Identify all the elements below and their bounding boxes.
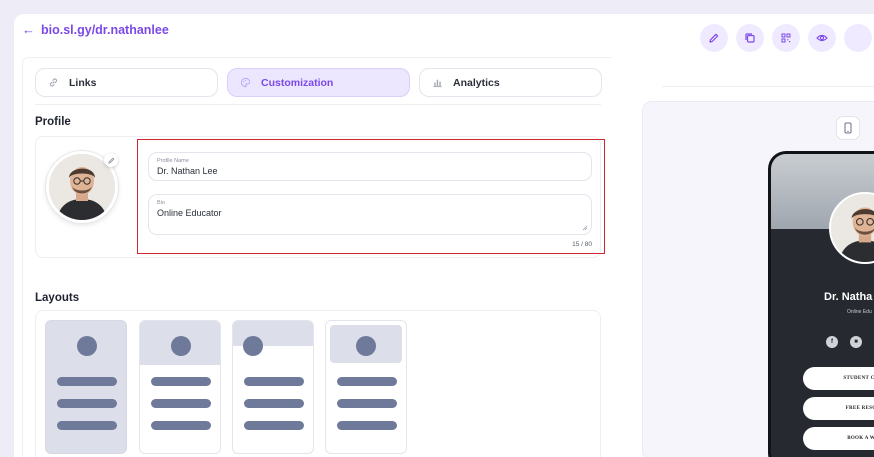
preview-link-button[interactable]: BOOK A WE [803,427,874,450]
preview-link-button[interactable]: FREE RESOU [803,397,874,420]
avatar-edit-button[interactable] [104,153,118,167]
profile-fields-highlight: Profile Name Dr. Nathan Lee Bio Online E… [137,139,605,254]
layout-avatar-shape [356,336,376,356]
bio-field[interactable]: Bio Online Educator [148,194,592,235]
preview-divider [662,86,874,87]
profile-section-title: Profile [35,116,71,128]
more-button[interactable] [844,24,872,52]
bar-chart-icon [433,79,442,88]
layout-bar [151,399,211,408]
instagram-icon[interactable]: ■ [850,336,862,348]
link-icon [49,78,58,87]
qr-code-icon [781,33,791,43]
copy-icon [745,33,755,43]
bio-value: Online Educator [157,208,222,218]
facebook-icon[interactable]: f [826,336,838,348]
tab-divider [35,104,601,105]
tab-links[interactable]: Links [35,68,218,97]
layout-header-band-center[interactable] [139,320,221,454]
copy-button[interactable] [736,24,764,52]
eye-icon [816,34,828,42]
phone-mockup: Dr. Natha Online Edu f ■ • STUDENT CON F… [768,151,874,457]
tab-customization[interactable]: Customization [227,68,410,97]
tab-analytics-label: Analytics [453,76,500,89]
preview-subtitle: Online Edu [847,309,872,315]
resize-handle-icon[interactable] [582,225,588,231]
preview-link-button[interactable]: STUDENT CON [803,367,874,390]
edit-button[interactable] [700,24,728,52]
layout-bar [337,377,397,386]
editor-panel: Links Customization Analytics Profile Pr… [22,57,612,457]
layout-bar [57,377,117,386]
layouts-card [35,310,601,457]
pencil-icon [107,157,114,164]
avatar-container[interactable] [46,151,118,223]
smartphone-icon [844,122,852,134]
layout-bar [151,377,211,386]
profile-name-value: Dr. Nathan Lee [157,166,218,176]
layout-bar [337,421,397,430]
preview-eye-button[interactable] [808,24,836,52]
layout-avatar-shape [77,336,97,356]
tab-links-label: Links [69,76,97,89]
phone-screen: Dr. Natha Online Edu f ■ • STUDENT CON F… [771,154,874,457]
profile-name-field[interactable]: Profile Name Dr. Nathan Lee [148,152,592,181]
layout-bar [244,377,304,386]
mobile-view-button[interactable] [836,116,860,140]
layout-bar [244,421,304,430]
toolbar [700,24,872,52]
layout-bar [57,421,117,430]
layout-header-band-left[interactable] [232,320,314,454]
layout-full-background[interactable] [45,320,127,454]
arrow-left-icon: ← [22,22,35,37]
layout-bar [337,399,397,408]
back-link-label: bio.sl.gy/dr.nathanlee [41,22,169,37]
tab-analytics[interactable]: Analytics [419,68,602,97]
bio-label: Bio [157,200,165,206]
layout-avatar-shape [243,336,263,356]
layouts-section-title: Layouts [35,292,80,304]
palette-icon [240,77,251,88]
layout-avatar-shape [171,336,191,356]
tab-bar: Links Customization Analytics [35,68,602,97]
profile-card: Profile Name Dr. Nathan Lee Bio Online E… [35,136,605,258]
edit-icon [709,33,719,43]
preview-name: Dr. Natha [824,291,873,303]
layout-bar [244,399,304,408]
layout-bar [57,399,117,408]
back-link[interactable]: ← bio.sl.gy/dr.nathanlee [22,22,169,37]
preview-panel: Dr. Natha Online Edu f ■ • STUDENT CON F… [642,101,874,457]
layout-bar [151,421,211,430]
qr-code-button[interactable] [772,24,800,52]
bio-character-counter: 15 / 80 [572,241,592,248]
profile-name-label: Profile Name [157,158,189,164]
tab-customization-label: Customization [261,76,334,89]
layout-card-header[interactable] [325,320,407,454]
